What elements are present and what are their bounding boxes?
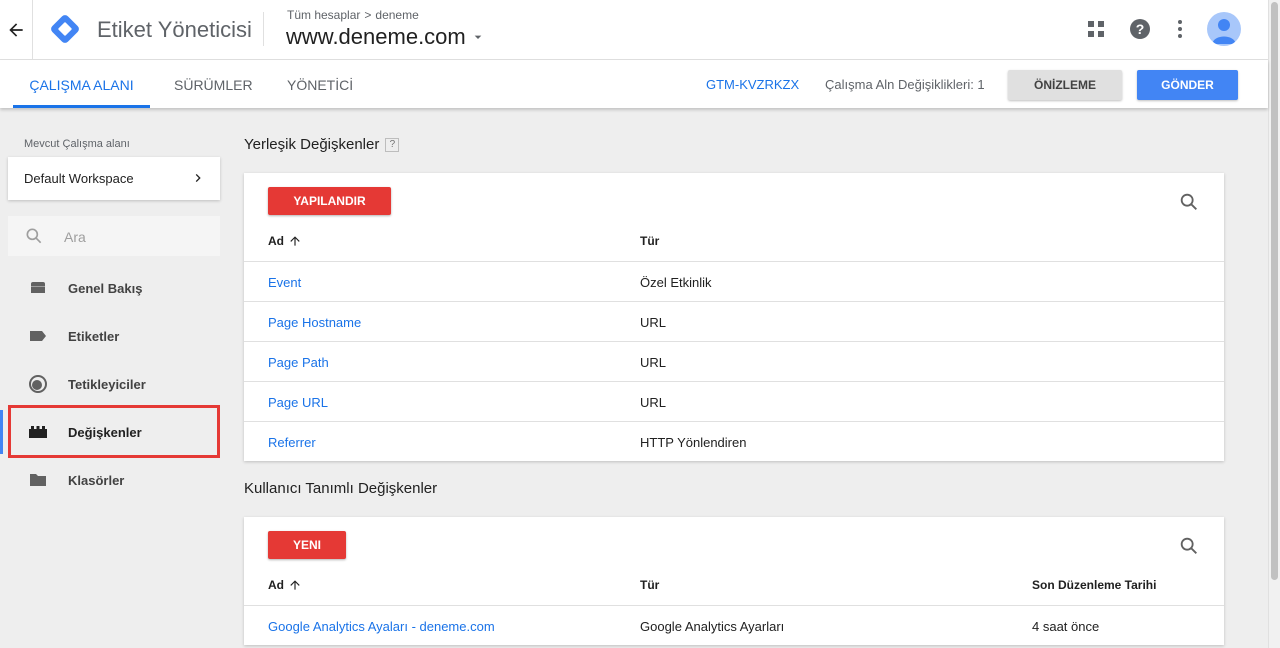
submit-button[interactable]: GÖNDER (1137, 70, 1238, 100)
variable-type: HTTP Yönlendiren (640, 435, 747, 450)
workspace-selector[interactable]: Default Workspace (8, 157, 220, 200)
table-row[interactable]: Referrer HTTP Yönlendiren (244, 421, 1224, 461)
scrollbar-thumb[interactable] (1271, 2, 1278, 580)
breadcrumb-account[interactable]: deneme (375, 8, 418, 22)
overview-icon (31, 282, 45, 293)
container-selector[interactable]: www.deneme.com (286, 24, 486, 50)
variable-name-link[interactable]: Page Path (268, 355, 329, 370)
sidebar-item-label: Tetikleyiciler (68, 377, 146, 392)
table-row[interactable]: Page Path URL (244, 341, 1224, 381)
sidebar-item-label: Genel Bakış (68, 281, 143, 296)
header-divider (32, 0, 33, 60)
builtin-variables-card: YAPILANDIR Ad Tür Event Özel Etkinlik Pa… (244, 173, 1224, 461)
table-row[interactable]: Page Hostname URL (244, 301, 1224, 341)
column-header-name[interactable]: Ad (268, 578, 302, 592)
variables-icon (29, 426, 47, 438)
account-avatar-icon[interactable] (1207, 12, 1241, 46)
app-title: Etiket Yöneticisi (97, 17, 252, 42)
tab-admin[interactable]: YÖNETİCİ (287, 60, 353, 108)
container-name[interactable]: www.deneme.com (286, 24, 466, 50)
sidebar-item-triggers[interactable]: Tetikleyiciler (0, 362, 232, 406)
gtm-logo-icon[interactable] (48, 12, 82, 46)
builtin-variables-heading: Yerleşik Değişkenler (244, 136, 380, 153)
page-scrollbar[interactable] (1268, 0, 1280, 648)
search-icon[interactable] (1178, 535, 1200, 557)
variable-name-link[interactable]: Page Hostname (268, 315, 361, 330)
sidebar-item-label: Değişkenler (68, 425, 142, 440)
sidebar-item-tags[interactable]: Etiketler (0, 314, 232, 358)
variable-last-edited: 4 saat önce (1032, 619, 1100, 634)
apps-grid-icon[interactable] (1084, 17, 1108, 41)
top-bar: Etiket Yöneticisi Tüm hesaplar > deneme … (0, 0, 1268, 60)
help-icon[interactable]: ? (1128, 17, 1152, 41)
arrow-left-icon[interactable] (6, 20, 26, 40)
sort-ascending-icon[interactable] (288, 234, 302, 248)
sort-ascending-icon[interactable] (288, 578, 302, 592)
column-header-type: Tür (640, 234, 660, 248)
configure-button[interactable]: YAPILANDIR (268, 187, 391, 215)
workspace-changes-count: Çalışma Aln Değişiklikleri: 1 (825, 77, 985, 92)
variable-name-link[interactable]: Event (268, 275, 301, 290)
sidebar-item-label: Etiketler (68, 329, 120, 344)
column-header-label: Ad (268, 234, 284, 248)
container-id-link[interactable]: GTM-KVZRKZX (706, 77, 799, 92)
column-header-last-edited: Son Düzenleme Tarihi (1032, 578, 1157, 592)
variable-name-link[interactable]: Referrer (268, 435, 316, 450)
search-icon[interactable] (1178, 191, 1200, 213)
sidebar-item-overview[interactable]: Genel Bakış (0, 266, 232, 310)
preview-button[interactable]: ÖNİZLEME (1008, 70, 1122, 100)
more-vert-icon[interactable] (1168, 17, 1192, 41)
new-variable-button[interactable]: YENI (268, 531, 346, 559)
table-row[interactable]: Google Analytics Ayaları - deneme.com Go… (244, 605, 1224, 645)
tab-workspace[interactable]: ÇALIŞMA ALANI (13, 60, 150, 108)
user-defined-variables-title: Kullanıcı Tanımlı Değişkenler (244, 480, 438, 497)
variable-type: Özel Etkinlik (640, 275, 712, 290)
search-placeholder: Ara (64, 229, 86, 245)
workspace-name: Default Workspace (24, 171, 134, 186)
variable-type: URL (640, 395, 667, 410)
variable-name-link[interactable]: Page URL (268, 395, 328, 410)
table-row[interactable]: Event Özel Etkinlik (244, 261, 1224, 301)
sidebar-item-folders[interactable]: Klasörler (0, 458, 232, 502)
sidebar-item-variables[interactable]: Değişkenler (0, 410, 232, 454)
sidebar-item-label: Klasörler (68, 473, 125, 488)
column-header-name[interactable]: Ad (268, 234, 302, 248)
tag-icon (30, 331, 46, 341)
user-defined-variables-card: YENI Ad Tür Son Düzenleme Tarihi Google … (244, 517, 1224, 645)
trigger-icon (29, 375, 47, 393)
variable-type: URL (640, 355, 667, 370)
help-icon[interactable]: ? (385, 138, 400, 153)
search-icon (26, 228, 42, 244)
workspace-tab-bar: ÇALIŞMA ALANI SÜRÜMLER YÖNETİCİ GTM-KVZR… (0, 60, 1268, 108)
variable-name-link[interactable]: Google Analytics Ayaları - deneme.com (268, 619, 495, 634)
folder-icon (30, 474, 46, 486)
breadcrumb[interactable]: Tüm hesaplar > deneme (287, 8, 419, 22)
sidebar-search-input[interactable]: Ara (8, 216, 220, 256)
column-header-label: Ad (268, 578, 284, 592)
breadcrumb-root[interactable]: Tüm hesaplar (287, 8, 360, 22)
chevron-right-icon (195, 174, 201, 182)
column-header-type: Tür (640, 578, 660, 592)
breadcrumb-separator: > (364, 8, 372, 22)
variable-type: Google Analytics Ayarları (640, 619, 785, 634)
dropdown-arrow-icon[interactable] (470, 29, 486, 45)
table-row[interactable]: Page URL URL (244, 381, 1224, 421)
svg-text:?: ? (1136, 21, 1145, 37)
title-divider (263, 12, 264, 46)
variable-type: URL (640, 315, 667, 330)
current-workspace-label: Mevcut Çalışma alanı (24, 138, 130, 150)
builtin-variables-title: Yerleşik Değişkenler? (244, 136, 400, 153)
tab-versions[interactable]: SÜRÜMLER (174, 60, 253, 108)
